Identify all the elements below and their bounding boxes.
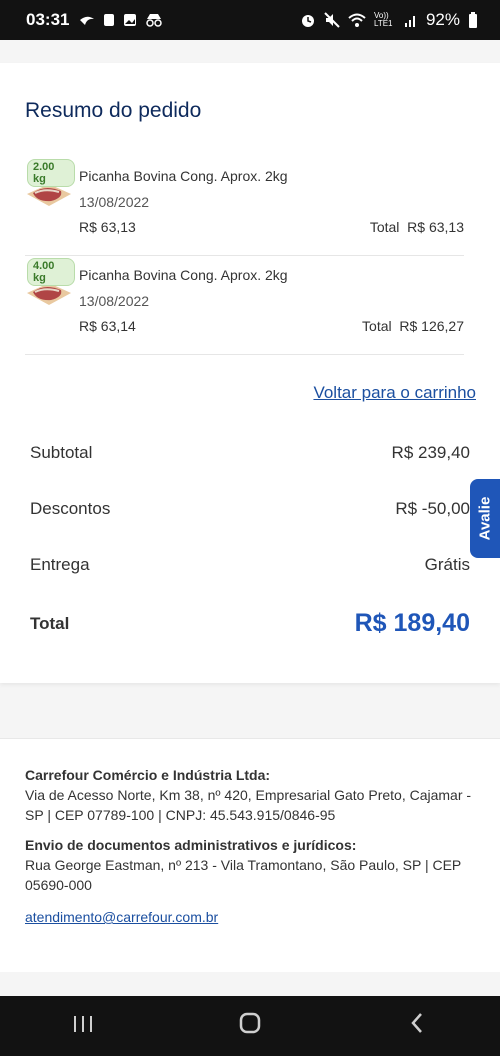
wifi-icon [348, 13, 366, 27]
home-button[interactable] [220, 1012, 280, 1041]
product-name[interactable]: Picanha Bovina Cong. Aprox. 2kg [79, 168, 288, 184]
discount-row: Descontos R$ -50,00 [30, 499, 470, 519]
company-address: Via de Acesso Norte, Km 38, nº 420, Empr… [25, 787, 472, 823]
network-label: Vo)) LTE1 [373, 11, 393, 28]
docs-title: Envio de documentos administrativos e ju… [25, 837, 357, 853]
total-value: R$ 189,40 [354, 609, 470, 637]
mute-icon [324, 12, 340, 28]
cart-item: 4.00 kg Picanha Bovina Cong. Aprox. 2kg … [25, 257, 464, 355]
discount-label: Descontos [30, 499, 111, 518]
docs-address: Rua George Eastman, nº 213 - Vila Tramon… [25, 857, 462, 893]
battery-percent: 92% [425, 10, 460, 29]
image-icon [124, 14, 137, 26]
status-notification-icons [79, 13, 163, 27]
product-thumbnail[interactable]: 4.00 kg [25, 257, 75, 307]
home-icon [239, 1012, 261, 1033]
item-total-value: R$ 63,13 [407, 219, 464, 235]
recent-apps-icon [74, 1016, 93, 1032]
delivery-row: Entrega Grátis [30, 555, 470, 575]
system-nav-bar [0, 996, 500, 1056]
subtotal-row: Subtotal R$ 239,40 [30, 443, 470, 463]
back-icon [410, 1012, 422, 1033]
back-to-cart-link[interactable]: Voltar para o carrinho [313, 383, 476, 403]
bird-icon [80, 16, 95, 25]
item-total-label: Total [369, 219, 400, 235]
company-title: Carrefour Comércio e Indústria Ltda: [25, 767, 271, 783]
delivery-value: Grátis [424, 555, 470, 574]
weight-badge: 2.00 kg [27, 159, 75, 187]
recent-apps-button[interactable] [53, 1012, 113, 1040]
storage-icon [104, 14, 115, 26]
footer: Carrefour Comércio e Indústria Ltda: Via… [0, 738, 500, 972]
weight-badge: 4.00 kg [27, 258, 75, 286]
status-time: 03:31 [26, 10, 70, 29]
company-info: Carrefour Comércio e Indústria Ltda: Via… [25, 765, 475, 825]
order-summary-card: Resumo do pedido 2.00 kg Picanha Bovina … [0, 63, 500, 683]
feedback-tab-label: Avalie [476, 496, 494, 541]
signal-icon [404, 16, 415, 27]
item-total-label: Total [362, 318, 392, 334]
item-total: Total R$ 63,13 [370, 219, 464, 235]
alarm-icon [301, 15, 314, 27]
subtotal-value: R$ 239,40 [391, 443, 470, 462]
item-total-value: R$ 126,27 [399, 318, 464, 334]
unit-price: R$ 63,14 [79, 318, 136, 334]
status-bar: 03:31 Vo)) LTE1 92% [0, 0, 500, 40]
order-summary-title: Resumo do pedido [25, 99, 202, 122]
item-total: Total R$ 126,27 [362, 318, 464, 334]
docs-info: Envio de documentos administrativos e ju… [25, 835, 475, 895]
delivery-date: 13/08/2022 [79, 194, 150, 210]
total-row: Total R$ 189,40 [30, 609, 470, 638]
total-label: Total [30, 613, 70, 633]
cart-item: 2.00 kg Picanha Bovina Cong. Aprox. 2kg … [25, 158, 464, 256]
unit-price: R$ 63,13 [79, 219, 136, 235]
subtotal-label: Subtotal [30, 443, 93, 462]
support-email-link[interactable]: atendimento@carrefour.com.br [25, 909, 218, 925]
delivery-label: Entrega [30, 555, 90, 574]
back-button[interactable] [387, 1012, 447, 1041]
feedback-tab[interactable]: Avalie [470, 479, 500, 558]
discount-value: R$ -50,00 [395, 499, 470, 518]
status-system-icons: Vo)) LTE1 92% [300, 10, 478, 30]
delivery-date: 13/08/2022 [79, 293, 150, 309]
product-name[interactable]: Picanha Bovina Cong. Aprox. 2kg [79, 267, 288, 283]
incognito-icon [146, 14, 163, 27]
product-thumbnail[interactable]: 2.00 kg [25, 158, 75, 208]
battery-icon [469, 12, 477, 28]
